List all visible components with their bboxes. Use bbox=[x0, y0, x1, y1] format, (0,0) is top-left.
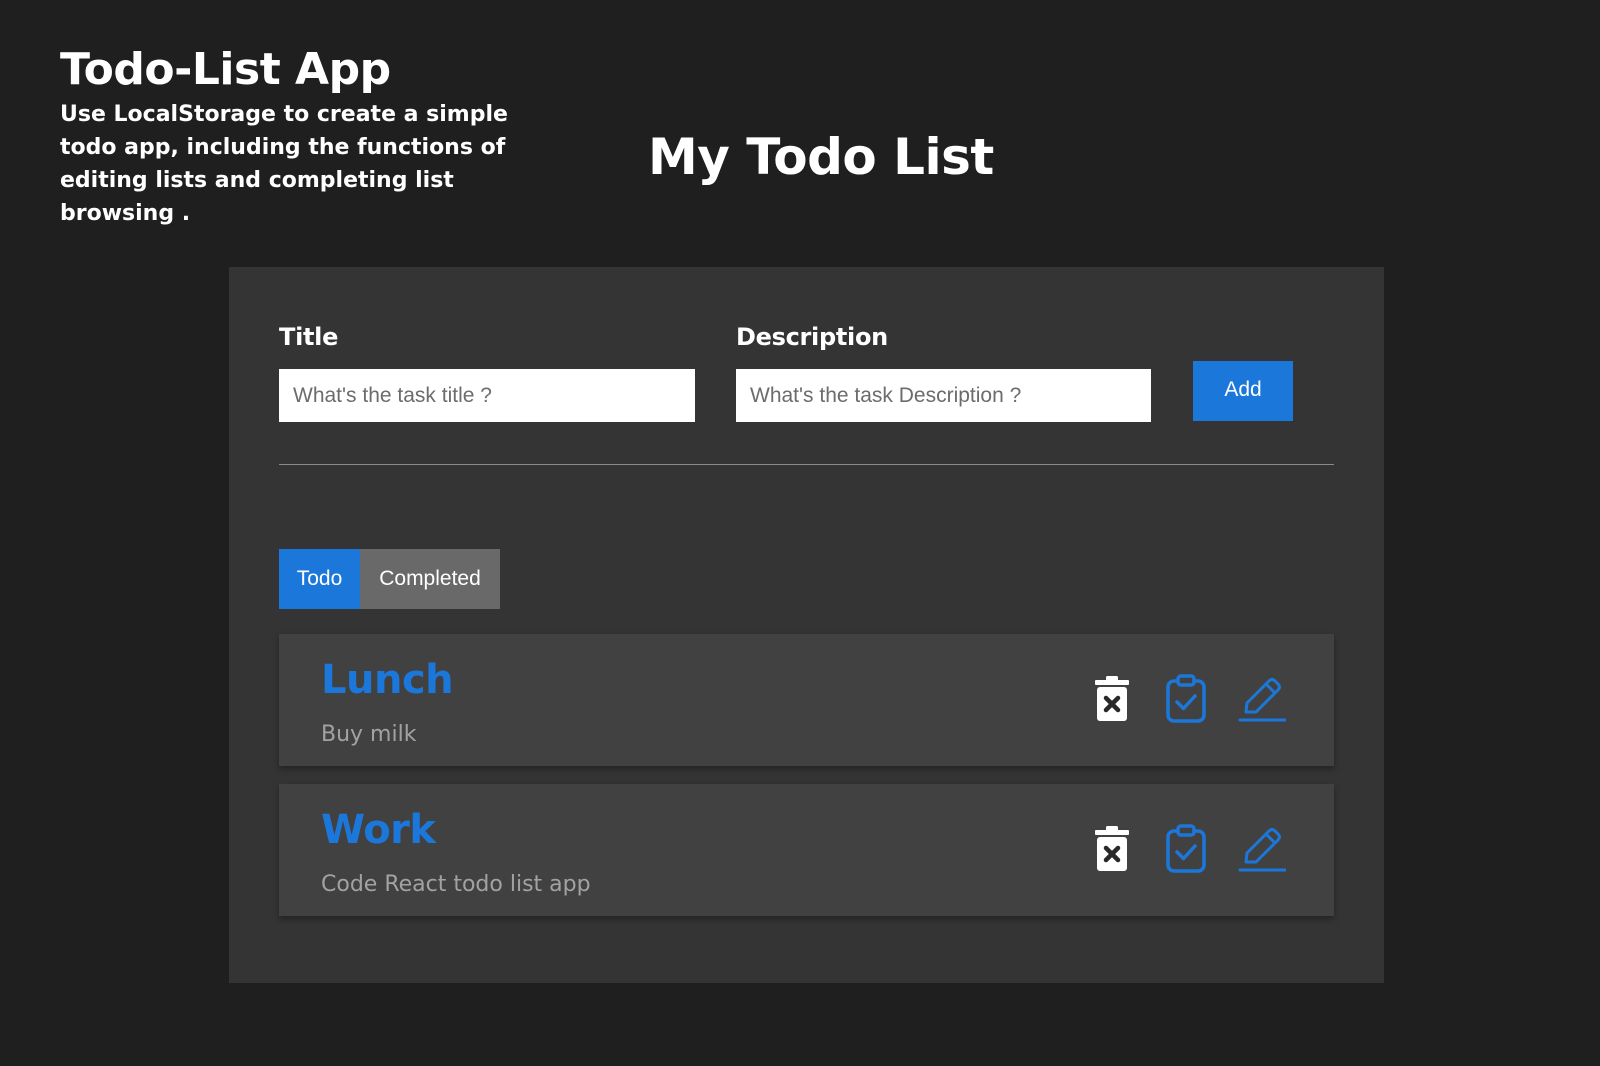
todo-item: Lunch Buy milk bbox=[279, 634, 1334, 766]
description-label: Description bbox=[736, 323, 888, 351]
intro-title: Todo-List App bbox=[60, 44, 391, 95]
complete-button[interactable] bbox=[1161, 674, 1211, 724]
todo-item-title: Work bbox=[321, 807, 436, 853]
intro-section: Todo-List App Use LocalStorage to create… bbox=[60, 42, 580, 230]
todo-item: Work Code React todo list app bbox=[279, 784, 1334, 916]
todo-item-title: Lunch bbox=[321, 657, 454, 703]
edit-button[interactable] bbox=[1236, 674, 1286, 724]
complete-button[interactable] bbox=[1161, 824, 1211, 874]
pencil-icon bbox=[1238, 678, 1286, 722]
description-input[interactable] bbox=[736, 369, 1151, 422]
delete-button[interactable] bbox=[1087, 824, 1137, 874]
form-divider bbox=[279, 464, 1334, 465]
page-title: My Todo List bbox=[648, 128, 994, 186]
tab-todo[interactable]: Todo bbox=[279, 549, 360, 609]
clipboard-check-icon bbox=[1166, 674, 1206, 723]
pencil-icon bbox=[1238, 828, 1286, 872]
tab-completed[interactable]: Completed bbox=[360, 549, 500, 609]
edit-button[interactable] bbox=[1236, 824, 1286, 874]
todo-panel: Title Description Add Todo Completed Lun… bbox=[229, 267, 1384, 983]
title-label: Title bbox=[279, 323, 339, 351]
intro-description: Use LocalStorage to create a simple todo… bbox=[60, 102, 508, 226]
todo-item-description: Code React todo list app bbox=[321, 872, 591, 897]
trash-icon bbox=[1095, 676, 1129, 721]
title-input[interactable] bbox=[279, 369, 695, 422]
trash-icon bbox=[1095, 826, 1129, 871]
todo-item-description: Buy milk bbox=[321, 722, 417, 747]
clipboard-check-icon bbox=[1166, 824, 1206, 873]
add-button[interactable]: Add bbox=[1193, 361, 1293, 421]
delete-button[interactable] bbox=[1087, 674, 1137, 724]
tab-bar: Todo Completed bbox=[279, 549, 500, 609]
